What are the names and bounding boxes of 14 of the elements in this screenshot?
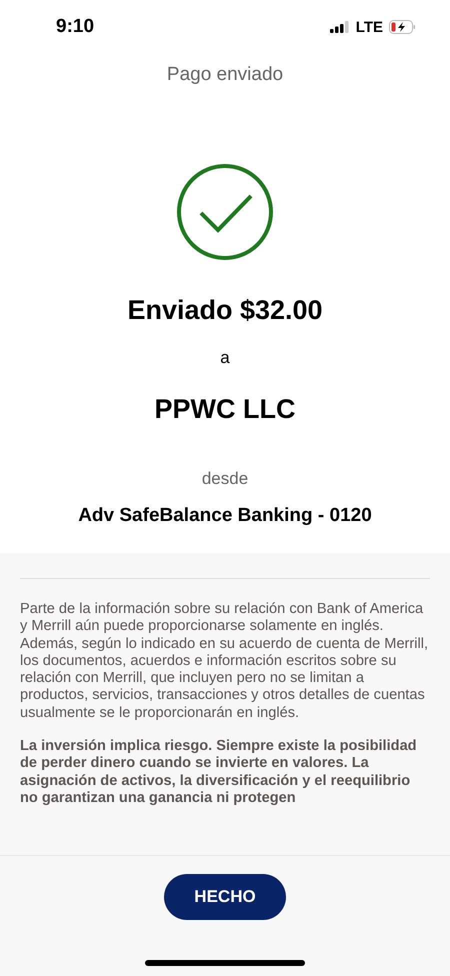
from-label: desde (202, 469, 248, 489)
signal-icon (330, 21, 350, 33)
to-label: a (220, 348, 230, 368)
checkmark-circle-icon (176, 163, 274, 261)
account-name: Adv SafeBalance Banking - 0120 (78, 505, 372, 527)
payee-name: PPWC LLC (154, 394, 296, 425)
disclosure-text: La inversión implica riesgo. Siempre existe la posibilidad de perder dinero cuando se invierte en valores. La asignación de activos, la diversificación y el reequilibrio no garantizan una ganancia ni protegen (20, 738, 418, 808)
network-label: LTE (356, 18, 383, 36)
page-title: Pago enviado (166, 64, 284, 86)
done-button[interactable]: HECHO (164, 874, 286, 920)
sent-amount: Enviado $32.00 (127, 295, 323, 326)
battery-charging-icon (389, 20, 416, 34)
disclosure-text: Parte de la información sobre su relación con Bank of America y Merrill aún puede proporcionarse solamente en inglés. Además, según lo indicado en su acuerdo de cuenta de Merrill, los documentos, acuerdos e información escritos sobre su relación con Merrill, que incluyen pero no se limitan a productos, servicios, transacciones y otros detalles de cuentas usualmente se le proporcionarán en inglés. (20, 601, 430, 722)
status-time: 9:10 (56, 16, 94, 38)
